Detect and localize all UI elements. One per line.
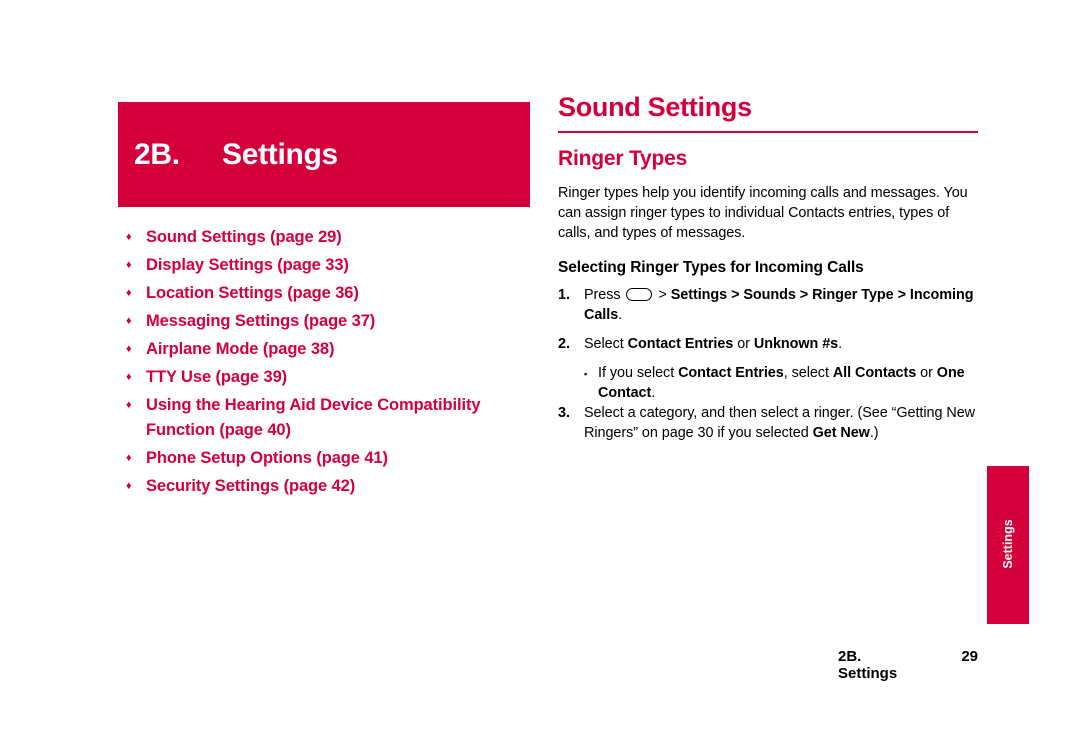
step-text: , select xyxy=(783,365,833,381)
section-title: Sound Settings xyxy=(558,92,752,122)
toc-item-label: Display Settings (page 33) xyxy=(146,256,349,274)
step-text: . xyxy=(838,336,843,352)
step-number: 3. xyxy=(558,405,571,421)
left-column: 2B. Settings ♦ Sound Settings (page 29) ♦ D… xyxy=(118,102,530,502)
step-text: . xyxy=(651,385,656,401)
toc-item[interactable]: ♦ Phone Setup Options (page 41) xyxy=(122,446,530,471)
toc-item-label: Airplane Mode (page 38) xyxy=(146,340,335,358)
diamond-bullet-icon: ♦ xyxy=(126,480,132,492)
diamond-bullet-icon: ♦ xyxy=(126,371,132,383)
step-text: . xyxy=(618,307,623,323)
diamond-bullet-icon: ♦ xyxy=(126,259,132,271)
emphasis-text: Unknown #s xyxy=(753,336,839,352)
chapter-title: Settings xyxy=(222,137,338,171)
footer-page-number: 29 xyxy=(961,648,978,665)
page-footer: 2B. Settings 29 xyxy=(558,648,978,682)
procedure-steps: 1. Press > Settings > Sounds > Ringer Typ… xyxy=(558,285,978,443)
step-text: or xyxy=(916,365,937,381)
toc-item[interactable]: ♦ Security Settings (page 42) xyxy=(122,474,530,499)
emphasis-text: Contact Entries xyxy=(678,365,784,381)
step: 2. Select Contact Entries or Unknown #s. xyxy=(558,334,978,354)
square-bullet-icon: ▪ xyxy=(584,369,588,379)
side-tab: Settings xyxy=(987,466,1029,624)
toc-item[interactable]: ♦ Airplane Mode (page 38) xyxy=(122,337,530,362)
step-number: 2. xyxy=(558,336,571,352)
step-text: .) xyxy=(869,425,879,441)
toc-item-label: TTY Use (page 39) xyxy=(146,368,288,386)
toc-item[interactable]: ♦ Sound Settings (page 29) xyxy=(122,225,530,250)
step-text: If you select xyxy=(598,365,679,381)
chapter-banner: 2B. Settings xyxy=(118,102,530,207)
toc-item-label: Using the Hearing Aid Device Compatibili… xyxy=(146,396,481,439)
toc-item[interactable]: ♦ Location Settings (page 36) xyxy=(122,281,530,306)
toc-item-label: Phone Setup Options (page 41) xyxy=(146,449,388,467)
diamond-bullet-icon: ♦ xyxy=(126,231,132,243)
step: 1. Press > Settings > Sounds > Ringer Typ… xyxy=(558,285,978,325)
emphasis-text: Get New xyxy=(812,425,870,441)
diamond-bullet-icon: ♦ xyxy=(126,343,132,355)
toc-item-label: Security Settings (page 42) xyxy=(146,477,356,495)
step-body: Select a category, and then select a rin… xyxy=(584,403,978,443)
step-text: Select xyxy=(584,336,628,352)
subsection-title: Ringer Types xyxy=(558,147,688,170)
step-group: 2. Select Contact Entries or Unknown #s. ▪… xyxy=(558,334,978,403)
emphasis-text: All Contacts xyxy=(832,365,917,381)
step-body: Press > Settings > Sounds > Ringer Type … xyxy=(584,285,978,325)
section-divider xyxy=(558,131,978,133)
step-text: > xyxy=(654,287,671,303)
emphasis-text: Contact Entries xyxy=(627,336,734,352)
toc-item-label: Location Settings (page 36) xyxy=(146,284,359,302)
toc-item-label: Sound Settings (page 29) xyxy=(146,228,342,246)
diamond-bullet-icon: ♦ xyxy=(126,452,132,464)
step-number: 1. xyxy=(558,287,571,303)
toc-item[interactable]: ♦ Display Settings (page 33) xyxy=(122,253,530,278)
diamond-bullet-icon: ♦ xyxy=(126,315,132,327)
procedure-title: Selecting Ringer Types for Incoming Call… xyxy=(558,259,864,276)
step: 3. Select a category, and then select a r… xyxy=(558,403,978,443)
toc-item[interactable]: ♦ TTY Use (page 39) xyxy=(122,365,530,390)
step-text: Select a category, and then select a rin… xyxy=(584,405,975,441)
diamond-bullet-icon: ♦ xyxy=(126,399,132,411)
subbullet-body: If you select Contact Entries, select Al… xyxy=(598,363,978,403)
toc-item-label: Messaging Settings (page 37) xyxy=(146,312,376,330)
step-text: Press xyxy=(584,287,625,303)
toc-item[interactable]: ♦ Using the Hearing Aid Device Compatibil… xyxy=(122,393,530,443)
side-tab-label: Settings xyxy=(1001,519,1015,569)
step-body: Select Contact Entries or Unknown #s. xyxy=(584,334,978,354)
manual-page: 2B. Settings ♦ Sound Settings (page 29) ♦ D… xyxy=(0,0,1080,754)
table-of-contents: ♦ Sound Settings (page 29) ♦ Display Settin… xyxy=(118,225,530,499)
toc-item[interactable]: ♦ Messaging Settings (page 37) xyxy=(122,309,530,334)
step-group: 3. Select a category, and then select a r… xyxy=(558,403,978,443)
step-subbullet: ▪ If you select Contact Entries, select A… xyxy=(558,363,978,403)
intro-paragraph: Ringer types help you identify incoming … xyxy=(558,185,968,241)
footer-chapter-label: 2B. Settings xyxy=(838,648,898,682)
step-group: 1. Press > Settings > Sounds > Ringer Typ… xyxy=(558,285,978,325)
main-content: Sound Settings Ringer Types Ringer types… xyxy=(558,92,978,452)
step-text: or xyxy=(733,336,754,352)
diamond-bullet-icon: ♦ xyxy=(126,287,132,299)
chapter-number: 2B. xyxy=(134,137,180,171)
nav-key-icon xyxy=(626,288,653,301)
